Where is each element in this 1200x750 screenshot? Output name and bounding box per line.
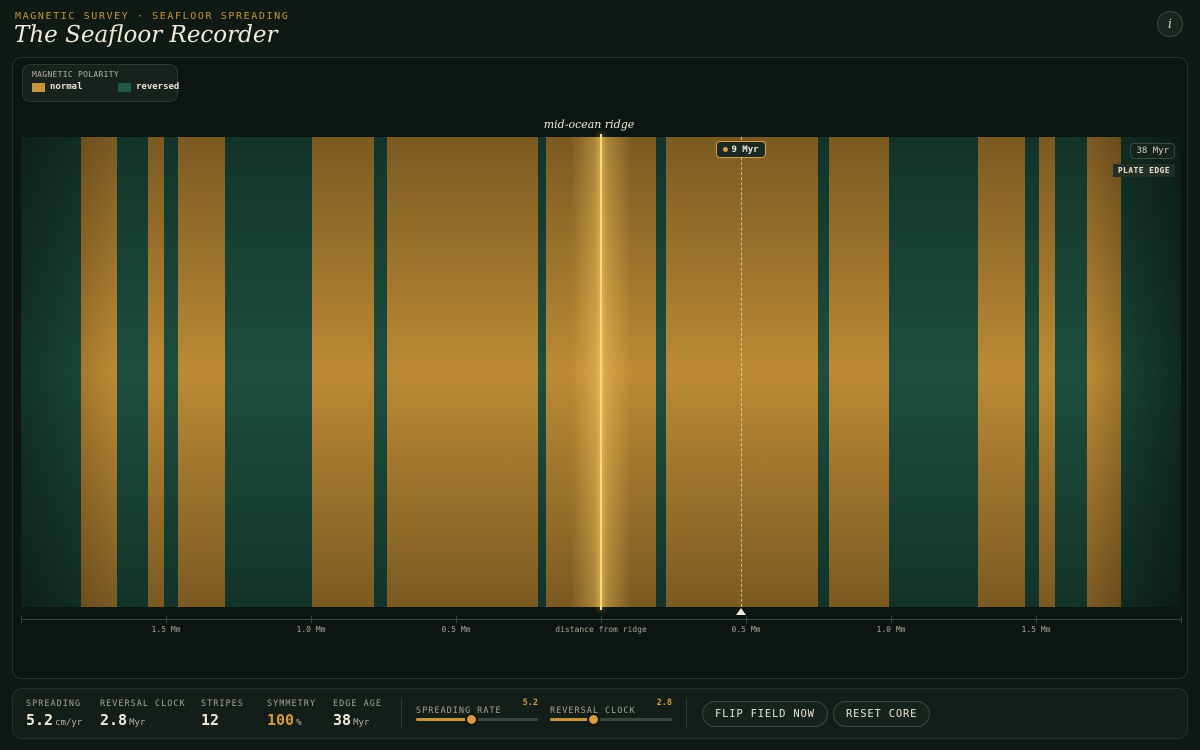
info-icon: i — [1167, 16, 1173, 32]
axis-tick-label: 1.5 Mm — [151, 625, 181, 634]
ridge-line — [600, 134, 602, 610]
legend-title: MAGNETIC POLARITY — [32, 70, 119, 79]
stat-label: REVERSAL CLOCK — [100, 699, 186, 709]
flip-field-button[interactable]: FLIP FIELD NOW — [702, 701, 828, 727]
divider — [686, 699, 687, 729]
polarity-legend: MAGNETIC POLARITY normal reversed — [22, 64, 180, 102]
axis-tick — [456, 616, 457, 623]
probe-line — [740, 137, 742, 607]
axis-tick-label: 0.5 Mm — [731, 625, 761, 634]
slider-value: 5.2 — [522, 698, 538, 708]
stripe-normal — [178, 137, 225, 607]
axis-tick-label: 1.0 Mm — [296, 625, 326, 634]
axis-tick-label: 1.5 Mm — [1021, 625, 1051, 634]
reversal-clock-slider[interactable]: REVERSAL CLOCK 2.8 — [550, 698, 672, 726]
stripe-normal — [1087, 137, 1121, 607]
slider-fill — [416, 718, 471, 721]
ridge-label: mid-ocean ridge — [543, 118, 635, 131]
reset-core-button[interactable]: RESET CORE — [833, 701, 931, 727]
slider-knob[interactable] — [586, 713, 600, 726]
axis-tick — [601, 616, 602, 623]
stat-symmetry: SYMMETRY 100% — [267, 699, 316, 729]
edge-age-badge: 38 Myr — [1130, 143, 1175, 159]
plate-edge-label: PLATE EDGE — [1112, 164, 1175, 177]
page-title: The Seafloor Recorder — [14, 22, 278, 48]
stripe-normal — [829, 137, 889, 607]
axis-tick — [746, 616, 747, 623]
stat-value: 38 — [333, 711, 352, 729]
divider — [401, 699, 402, 729]
axis-tick — [166, 616, 167, 623]
stat-value: 12 — [201, 711, 220, 729]
legend-swatch-normal — [32, 83, 45, 92]
stat-label: STRIPES — [201, 699, 244, 709]
stat-label: SYMMETRY — [267, 699, 316, 709]
slider-track[interactable] — [550, 713, 672, 726]
stat-label: SPREADING — [26, 699, 82, 709]
axis-tick — [311, 616, 312, 623]
stat-reversal-clock: REVERSAL CLOCK 2.8 Myr — [100, 699, 186, 729]
stat-unit: % — [296, 718, 302, 728]
legend-swatch-reversed — [118, 83, 131, 92]
slider-track[interactable] — [416, 713, 538, 726]
axis-tick — [21, 616, 22, 623]
probe-age-badge[interactable]: 9 Myr — [715, 141, 766, 158]
control-bar: SPREADING 5.2 cm/yr REVERSAL CLOCK 2.8 Myr… — [12, 688, 1188, 739]
stat-unit: Myr — [129, 718, 146, 728]
stripe-normal — [666, 137, 818, 607]
axis-tick — [1036, 616, 1037, 623]
stat-unit: cm/yr — [55, 718, 83, 728]
legend-label-reversed: reversed — [136, 82, 180, 92]
axis-tick-label: 0.5 Mm — [441, 625, 471, 634]
probe-handle[interactable] — [735, 608, 746, 615]
stripe-normal — [387, 137, 538, 607]
probe-dot-icon — [722, 147, 728, 152]
info-button[interactable]: i — [1157, 11, 1183, 37]
stat-label: EDGE AGE — [333, 699, 382, 709]
stat-unit: Myr — [353, 718, 370, 728]
stat-value: 5.2 — [26, 711, 54, 729]
slider-label: SPREADING RATE — [416, 706, 502, 716]
spreading-rate-slider[interactable]: SPREADING RATE 5.2 — [416, 698, 538, 726]
header-kicker: MAGNETIC SURVEY · SEAFLOOR SPREADING — [15, 11, 290, 22]
stripe-normal — [312, 137, 374, 607]
axis-tick — [1181, 616, 1182, 623]
stripe-normal — [978, 137, 1025, 607]
slider-value: 2.8 — [656, 698, 672, 708]
stat-stripes: STRIPES 12 — [201, 699, 244, 729]
stripe-normal — [148, 137, 164, 607]
axis-tick — [891, 616, 892, 623]
stat-value: 100 — [267, 711, 295, 729]
probe-age-label: 9 Myr — [731, 144, 759, 155]
visualization-panel: MAGNETIC POLARITY normal reversed mid-oc… — [12, 57, 1188, 679]
legend-label-normal: normal — [50, 82, 83, 92]
stat-value: 2.8 — [100, 711, 128, 729]
slider-knob[interactable] — [464, 713, 478, 726]
axis-tick-label: 1.0 Mm — [876, 625, 906, 634]
stat-edge-age: EDGE AGE 38 Myr — [333, 699, 382, 729]
axis-center-label: distance from ridge — [555, 625, 647, 634]
stripe-normal — [81, 137, 117, 607]
stat-spreading: SPREADING 5.2 cm/yr — [26, 699, 82, 729]
stripe-normal — [1039, 137, 1055, 607]
